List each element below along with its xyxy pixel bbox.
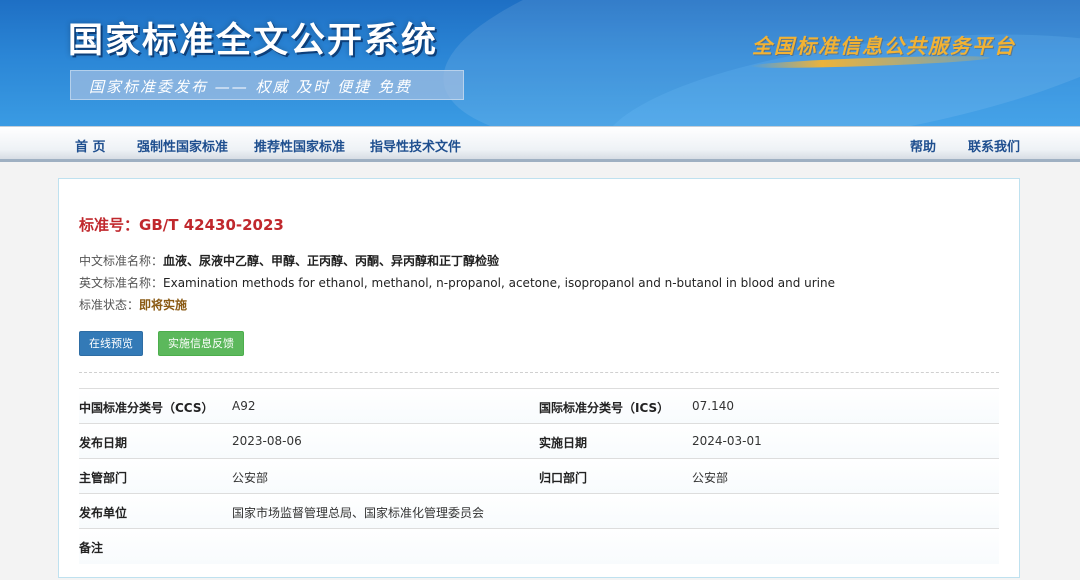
slogan-box: 国家标准委发布 —— 权威 及时 便捷 免费 xyxy=(70,70,464,100)
detail-value: 07.140 xyxy=(692,399,734,413)
main-nav: 首 页 强制性国家标准 推荐性国家标准 指导性技术文件 帮助 联系我们 xyxy=(0,126,1080,162)
detail-label: 发布日期 xyxy=(79,436,128,450)
nav-home[interactable]: 首 页 xyxy=(75,136,106,155)
status-label: 标准状态： xyxy=(79,298,140,312)
nav-contact-us[interactable]: 联系我们 xyxy=(968,136,1020,155)
site-title: 国家标准全文公开系统 xyxy=(68,21,439,61)
detail-value: 2023-08-06 xyxy=(232,434,302,448)
status-value: 即将实施 xyxy=(139,298,188,312)
standard-number: GB/T 42430-2023 xyxy=(139,216,284,234)
platform-name: 全国标准信息公共服务平台 xyxy=(752,34,1016,58)
cn-name: 血液、尿液中乙醇、甲醇、正丙醇、丙酮、异丙醇和正丁醇检验 xyxy=(163,254,500,268)
en-name-line: 英文标准名称：Examination methods for ethanol, … xyxy=(79,274,835,291)
nav-mandatory-standards[interactable]: 强制性国家标准 xyxy=(137,136,228,155)
detail-label: 发布单位 xyxy=(79,506,128,520)
table-row: 备注 xyxy=(79,529,999,564)
detail-label: 归口部门 xyxy=(539,471,588,485)
cn-name-line: 中文标准名称：血液、尿液中乙醇、甲醇、正丙醇、丙酮、异丙醇和正丁醇检验 xyxy=(79,252,499,269)
detail-value: 国家市场监督管理总局、国家标准化管理委员会 xyxy=(232,506,485,520)
implementation-feedback-button[interactable]: 实施信息反馈 xyxy=(158,331,244,356)
header-banner: 国家标准全文公开系统 国家标准委发布 —— 权威 及时 便捷 免费 全国标准信息… xyxy=(0,0,1080,126)
table-row: 发布单位 国家市场监督管理总局、国家标准化管理委员会 xyxy=(79,494,999,529)
detail-value: A92 xyxy=(232,399,256,413)
standard-number-heading: 标准号：GB/T 42430-2023 xyxy=(79,214,284,235)
en-name: Examination methods for ethanol, methano… xyxy=(163,276,836,290)
status-line: 标准状态：即将实施 xyxy=(79,296,187,313)
table-row: 发布日期 2023-08-06 实施日期 2024-03-01 xyxy=(79,424,999,459)
cn-name-label: 中文标准名称： xyxy=(79,254,164,268)
detail-label: 主管部门 xyxy=(79,471,128,485)
detail-label: 实施日期 xyxy=(539,436,588,450)
online-preview-button[interactable]: 在线预览 xyxy=(79,331,143,356)
detail-label: 中国标准分类号（CCS） xyxy=(79,401,214,415)
standard-number-label: 标准号： xyxy=(79,216,140,234)
detail-value: 公安部 xyxy=(232,471,269,485)
nav-recommended-standards[interactable]: 推荐性国家标准 xyxy=(254,136,345,155)
detail-value: 公安部 xyxy=(692,471,729,485)
dashed-divider xyxy=(79,372,999,373)
detail-label: 备注 xyxy=(79,541,104,555)
table-row: 主管部门 公安部 归口部门 公安部 xyxy=(79,459,999,494)
detail-value: 2024-03-01 xyxy=(692,434,762,448)
en-name-label: 英文标准名称： xyxy=(79,276,164,290)
slogan: 国家标准委发布 —— 权威 及时 便捷 免费 xyxy=(89,78,412,96)
detail-label: 国际标准分类号（ICS） xyxy=(539,401,670,415)
nav-help[interactable]: 帮助 xyxy=(910,136,936,155)
nav-guidance-documents[interactable]: 指导性技术文件 xyxy=(370,136,461,155)
table-row: 中国标准分类号（CCS） A92 国际标准分类号（ICS） 07.140 xyxy=(79,389,999,424)
standard-detail-card: 标准号：GB/T 42430-2023 中文标准名称：血液、尿液中乙醇、甲醇、正… xyxy=(58,178,1020,578)
detail-table: 中国标准分类号（CCS） A92 国际标准分类号（ICS） 07.140 发布日… xyxy=(79,388,999,564)
